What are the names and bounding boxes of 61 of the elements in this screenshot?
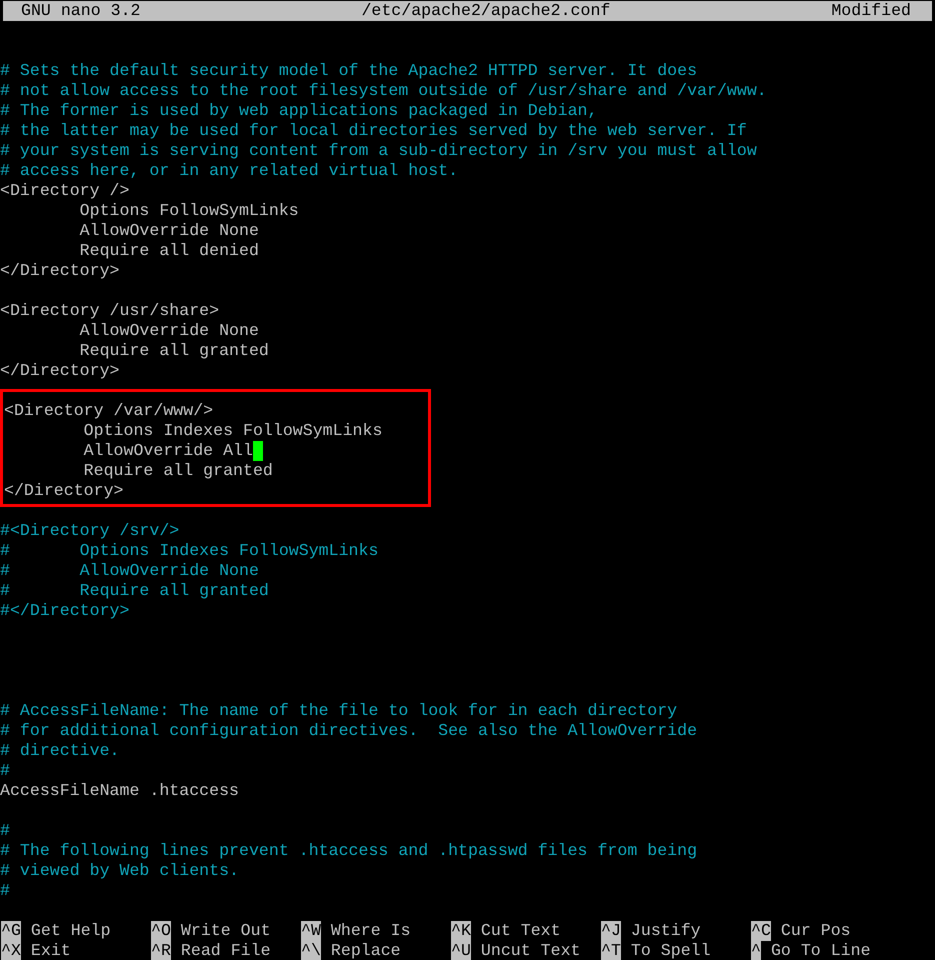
comment-line: # directive. [0,741,120,761]
code-line: </Directory> [4,481,124,501]
code-line: Require all granted [82,461,273,481]
shortcut-key: ^J [601,921,621,941]
app-version: GNU nano 3.2 [21,1,140,21]
comment-line: # AllowOverride None [0,561,259,581]
comment-line: # [0,821,10,841]
shortcut-key: ^T [601,941,621,960]
comment-line: #<Directory /srv/> [0,521,180,541]
shortcut-key: ^X [1,941,21,960]
comment-line: # AccessFileName: The name of the file to look for in each directory [0,701,678,721]
code-line: </Directory> [0,261,120,281]
shortcut-label: Exit [30,941,71,960]
shortcut-label: Replace [330,941,401,960]
shortcut-key: ^R [151,941,171,960]
shortcut-label: To Spell [630,941,711,960]
comment-line: #</Directory> [0,601,130,621]
comment-line: # not allow access to the root filesystem outside of /usr/share and /var/www. [0,81,767,101]
code-line: AccessFileName .htaccess [0,781,239,801]
shortcut-key: ^G [1,921,21,941]
shortcut-label: Where Is [330,921,411,941]
code-line: AllowOverride All [82,441,253,461]
comment-line: # The following lines prevent .htaccess and .htpasswd files from being [0,841,698,861]
code-line: <Directory /> [0,181,130,201]
comment-line: # The former is used by web applications packaged in Debian, [0,101,598,121]
code-line: Require all denied [78,241,259,261]
shortcut-label: Write Out [180,921,271,941]
shortcut-label: Cur Pos [780,921,851,941]
code-line: Require all granted [78,341,269,361]
comment-line: # the latter may be used for local directories served by the web server. If [0,121,747,141]
shortcut-key: ^ [751,941,761,960]
shortcut-key: ^K [451,921,471,941]
shortcut-label: Uncut Text [480,941,581,960]
shortcut-key: ^U [451,941,471,960]
comment-line: # your system is serving content from a sub-directory in /srv you must allow [0,141,757,161]
shortcut-key: ^\ [301,941,321,960]
code-line: <Directory /usr/share> [0,301,220,321]
shortcut-key: ^W [301,921,321,941]
code-line: AllowOverride None [78,221,259,241]
comment-line: # [0,761,10,781]
code-line: </Directory> [0,361,120,381]
comment-line: # Sets the default security model of the Apache2 HTTPD server. It does [0,61,698,81]
shortcut-key: ^C [751,921,771,941]
shortcut-label: Get Help [30,921,111,941]
comment-line: # Require all granted [0,581,269,601]
shortcut-label: Read File [180,941,271,960]
code-line: AllowOverride None [78,321,259,341]
code-line: <Directory /var/www/> [4,401,214,421]
shortcut-label: Justify [630,921,701,941]
comment-line: # for additional configuration directives. See also the AllowOverride [0,721,698,741]
shortcut-label: Go To Line [770,941,871,960]
modified-status: Modified [831,1,911,21]
comment-line: # access here, or in any related virtual host. [0,161,458,181]
shortcut-key: ^O [151,921,171,941]
shortcut-label: Cut Text [480,921,561,941]
code-line: Options FollowSymLinks [78,201,299,221]
comment-line: # viewed by Web clients. [0,861,239,881]
code-line: Options Indexes FollowSymLinks [82,421,382,441]
comment-line: # Options Indexes FollowSymLinks [0,541,378,561]
comment-line: # [0,881,10,901]
file-path: /etc/apache2/apache2.conf [361,1,610,21]
